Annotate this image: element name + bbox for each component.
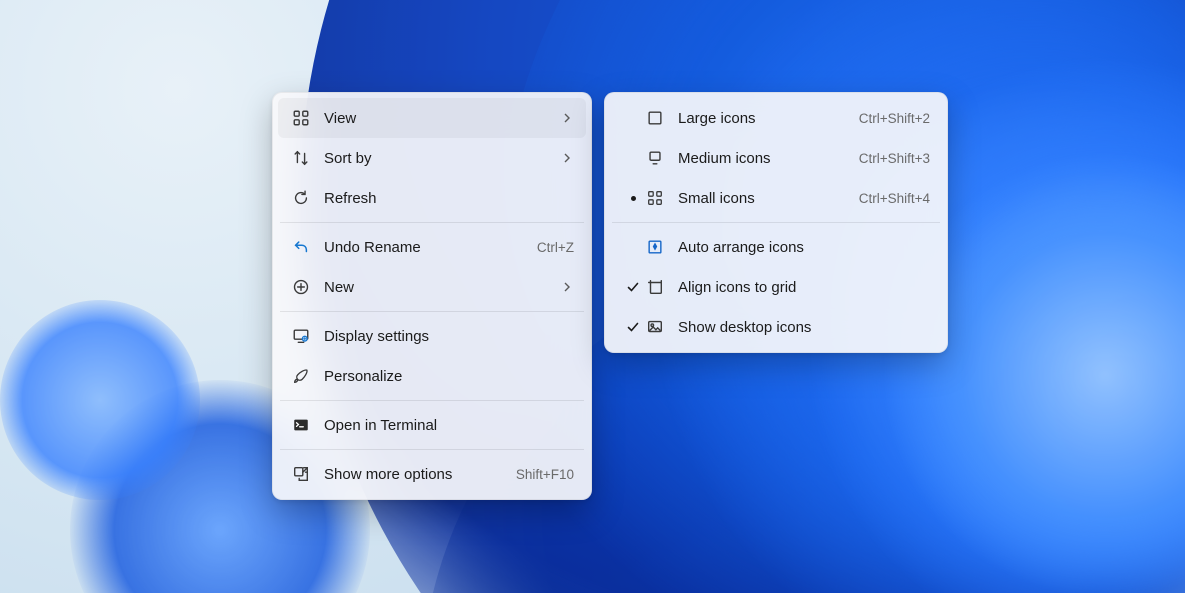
menu-separator <box>280 311 584 312</box>
medium-icons-icon <box>644 149 666 167</box>
large-icons-icon <box>644 109 666 127</box>
menu-item-label: New <box>324 279 552 296</box>
view-submenu: Large icons Ctrl+Shift+2 Medium icons Ct… <box>604 92 948 353</box>
chevron-right-icon <box>560 113 574 123</box>
chevron-right-icon <box>560 282 574 292</box>
menu-item-shortcut: Ctrl+Shift+4 <box>859 191 930 206</box>
chevron-right-icon <box>560 153 574 163</box>
menu-item-label: Align icons to grid <box>678 279 930 296</box>
menu-separator <box>280 222 584 223</box>
menu-item-label: Undo Rename <box>324 239 525 256</box>
menu-item-label: Large icons <box>678 110 847 127</box>
menu-separator <box>612 222 940 223</box>
submenu-item-medium-icons[interactable]: Medium icons Ctrl+Shift+3 <box>610 138 942 178</box>
show-more-icon <box>290 465 312 483</box>
menu-item-open-in-terminal[interactable]: Open in Terminal <box>278 405 586 445</box>
menu-item-new[interactable]: New <box>278 267 586 307</box>
menu-item-label: Personalize <box>324 368 574 385</box>
show-desktop-icons-icon <box>644 318 666 336</box>
menu-item-shortcut: Ctrl+Z <box>537 240 574 255</box>
small-icons-icon <box>644 189 666 207</box>
display-settings-icon <box>290 327 312 345</box>
menu-item-undo-rename[interactable]: Undo Rename Ctrl+Z <box>278 227 586 267</box>
submenu-item-show-desktop-icons[interactable]: Show desktop icons <box>610 307 942 347</box>
menu-item-shortcut: Ctrl+Shift+2 <box>859 111 930 126</box>
menu-item-label: Show more options <box>324 466 504 483</box>
menu-item-show-more-options[interactable]: Show more options Shift+F10 <box>278 454 586 494</box>
menu-item-shortcut: Ctrl+Shift+3 <box>859 151 930 166</box>
refresh-icon <box>290 189 312 207</box>
sort-icon <box>290 149 312 167</box>
menu-separator <box>280 449 584 450</box>
check-indicator <box>622 320 644 334</box>
submenu-item-auto-arrange[interactable]: Auto arrange icons <box>610 227 942 267</box>
menu-item-label: Refresh <box>324 190 574 207</box>
terminal-icon <box>290 416 312 434</box>
menu-item-label: View <box>324 110 552 127</box>
menu-item-label: Small icons <box>678 190 847 207</box>
menu-item-refresh[interactable]: Refresh <box>278 178 586 218</box>
menu-item-view[interactable]: View <box>278 98 586 138</box>
align-to-grid-icon <box>644 278 666 296</box>
grid-icon <box>290 109 312 127</box>
menu-item-label: Show desktop icons <box>678 319 930 336</box>
menu-item-label: Auto arrange icons <box>678 239 930 256</box>
radio-indicator <box>622 196 644 201</box>
submenu-item-large-icons[interactable]: Large icons Ctrl+Shift+2 <box>610 98 942 138</box>
submenu-item-align-to-grid[interactable]: Align icons to grid <box>610 267 942 307</box>
undo-icon <box>290 238 312 256</box>
desktop-wallpaper <box>0 0 1185 593</box>
menu-item-shortcut: Shift+F10 <box>516 467 574 482</box>
submenu-item-small-icons[interactable]: Small icons Ctrl+Shift+4 <box>610 178 942 218</box>
menu-item-personalize[interactable]: Personalize <box>278 356 586 396</box>
menu-separator <box>280 400 584 401</box>
auto-arrange-icon <box>644 238 666 256</box>
desktop-context-menu: View Sort by Refresh <box>272 92 592 500</box>
check-indicator <box>622 280 644 294</box>
menu-item-label: Open in Terminal <box>324 417 574 434</box>
plus-circle-icon <box>290 278 312 296</box>
menu-item-label: Sort by <box>324 150 552 167</box>
personalize-icon <box>290 367 312 385</box>
menu-item-label: Medium icons <box>678 150 847 167</box>
menu-item-sort-by[interactable]: Sort by <box>278 138 586 178</box>
menu-item-label: Display settings <box>324 328 574 345</box>
menu-item-display-settings[interactable]: Display settings <box>278 316 586 356</box>
